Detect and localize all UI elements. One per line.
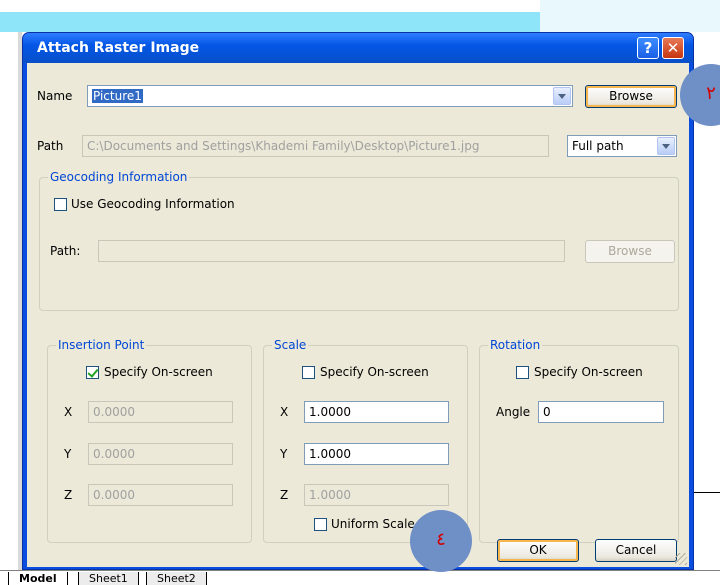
- scale-specify-label: Specify On-screen: [320, 365, 429, 379]
- dialog-body: Name Picture1 Browse Path C:\Documents a…: [27, 63, 689, 567]
- scale-z-label: Z: [280, 488, 289, 502]
- scale-y-field[interactable]: 1.0000: [304, 443, 449, 465]
- insertion-y-field: 0.0000: [88, 443, 233, 465]
- annotation-step-4: ٤: [410, 510, 472, 572]
- geocoding-browse-button[interactable]: Browse: [585, 240, 675, 263]
- scale-title: Scale: [272, 338, 309, 352]
- rotation-specify-label: Specify On-screen: [534, 365, 643, 379]
- sheet-tab-bar: Model Sheet1 Sheet2: [0, 570, 720, 585]
- chevron-down-icon[interactable]: [553, 87, 571, 105]
- name-label: Name: [37, 89, 73, 103]
- scale-specify-checkbox[interactable]: [302, 366, 315, 379]
- close-button[interactable]: ✕: [662, 37, 684, 59]
- angle-label: Angle: [496, 405, 531, 419]
- tab-sheet1[interactable]: Sheet1: [78, 572, 139, 585]
- scale-x-field[interactable]: 1.0000: [304, 401, 449, 423]
- geocoding-path-label: Path:: [50, 244, 81, 258]
- title-bar[interactable]: Attach Raster Image ? ✕: [23, 33, 693, 63]
- background-left-strip: [0, 32, 22, 572]
- help-button[interactable]: ?: [637, 37, 659, 59]
- background-cyan-band: [0, 12, 540, 32]
- insertion-specify-checkbox[interactable]: [86, 366, 99, 379]
- dialog-title: Attach Raster Image: [37, 40, 200, 56]
- insertion-point-group: Insertion Point Specify On-screen X 0.00…: [47, 338, 252, 543]
- angle-field[interactable]: 0: [538, 401, 664, 423]
- background-line: [694, 492, 720, 493]
- background-light-band: [540, 0, 720, 32]
- path-label: Path: [37, 139, 64, 153]
- chevron-down-icon[interactable]: [657, 137, 675, 155]
- name-combobox[interactable]: Picture1: [87, 85, 573, 107]
- ok-button[interactable]: OK: [497, 539, 579, 562]
- resize-grip-icon[interactable]: [675, 553, 687, 565]
- rotation-group: Rotation Specify On-screen Angle 0: [479, 338, 679, 543]
- insertion-z-field: 0.0000: [88, 484, 233, 506]
- path-field: C:\Documents and Settings\Khademi Family…: [82, 135, 549, 157]
- attach-raster-image-dialog: Attach Raster Image ? ✕ Name Picture1 Br…: [22, 32, 694, 570]
- geocoding-title: Geocoding Information: [48, 170, 190, 184]
- geocoding-path-field: [98, 240, 565, 262]
- browse-button[interactable]: Browse: [585, 85, 677, 108]
- path-type-value: Full path: [572, 139, 624, 153]
- cancel-button[interactable]: Cancel: [595, 539, 677, 562]
- insertion-y-label: Y: [64, 447, 72, 461]
- use-geocoding-label: Use Geocoding Information: [71, 197, 235, 211]
- insertion-point-title: Insertion Point: [56, 338, 147, 352]
- rotation-specify-checkbox[interactable]: [516, 366, 529, 379]
- insertion-x-label: X: [64, 405, 73, 419]
- tab-model[interactable]: Model: [8, 572, 68, 585]
- uniform-scale-label: Uniform Scale: [331, 517, 415, 531]
- use-geocoding-checkbox[interactable]: [54, 198, 67, 211]
- scale-x-label: X: [280, 405, 289, 419]
- rotation-title: Rotation: [488, 338, 543, 352]
- name-value: Picture1: [92, 89, 143, 103]
- path-type-select[interactable]: Full path: [567, 135, 677, 157]
- insertion-z-label: Z: [64, 488, 73, 502]
- scale-y-label: Y: [280, 447, 288, 461]
- scale-z-field: 1.0000: [304, 484, 449, 506]
- insertion-x-field: 0.0000: [88, 401, 233, 423]
- insertion-specify-label: Specify On-screen: [104, 365, 213, 379]
- geocoding-group: Geocoding Information Use Geocoding Info…: [39, 170, 679, 311]
- tab-sheet2[interactable]: Sheet2: [146, 572, 207, 585]
- uniform-scale-checkbox[interactable]: [314, 518, 327, 531]
